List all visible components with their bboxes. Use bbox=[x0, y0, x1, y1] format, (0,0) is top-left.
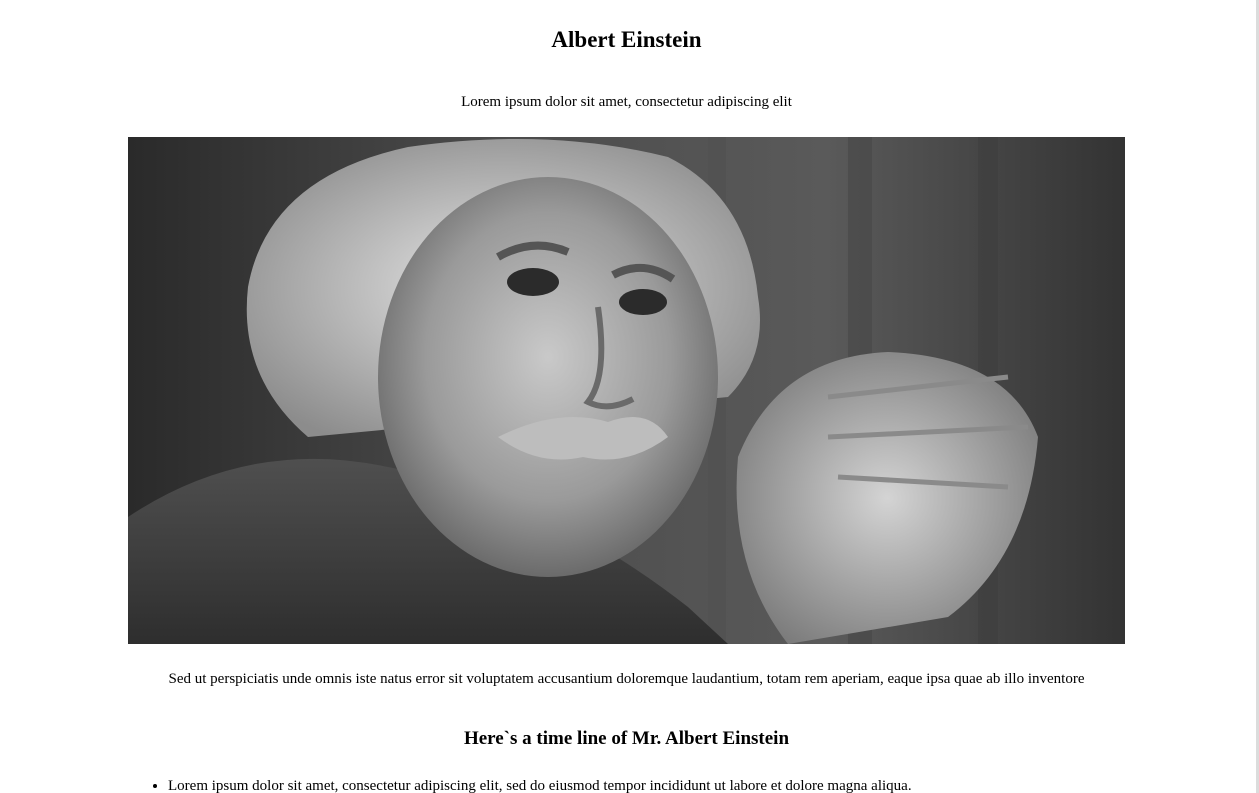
page-subtitle: Lorem ipsum dolor sit amet, consectetur … bbox=[461, 94, 792, 110]
portrait-illustration bbox=[128, 137, 1125, 644]
timeline-list: Lorem ipsum dolor sit amet, consectetur … bbox=[128, 776, 1168, 793]
timeline-item: Lorem ipsum dolor sit amet, consectetur … bbox=[168, 776, 1168, 793]
einstein-portrait-image bbox=[128, 137, 1125, 644]
tribute-page: Albert Einstein Lorem ipsum dolor sit am… bbox=[0, 0, 1253, 793]
portrait-caption: Sed ut perspiciatis unde omnis iste natu… bbox=[168, 671, 1085, 687]
timeline-heading: Here`s a time line of Mr. Albert Einstei… bbox=[463, 728, 790, 749]
page-title: Albert Einstein bbox=[551, 27, 702, 52]
